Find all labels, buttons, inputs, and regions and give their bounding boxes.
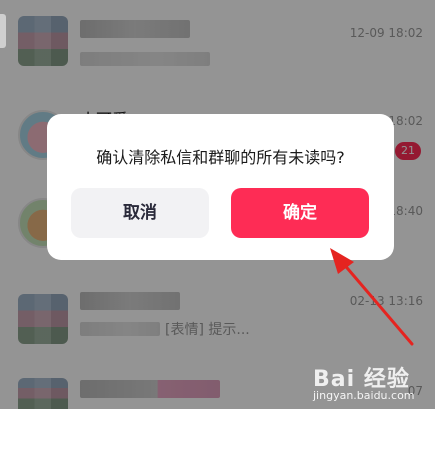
side-handle[interactable]: [0, 14, 6, 48]
cancel-button[interactable]: 取消: [71, 188, 209, 238]
dialog-message: 确认清除私信和群聊的所有未读吗?: [96, 148, 345, 167]
confirm-button[interactable]: 确定: [231, 188, 369, 238]
watermark-url: jingyan.baidu.com: [313, 389, 415, 402]
watermark: Bai 经验 jingyan.baidu.com: [307, 359, 427, 407]
confirm-dialog: 确认清除私信和群聊的所有未读吗? 取消 确定: [47, 114, 394, 260]
